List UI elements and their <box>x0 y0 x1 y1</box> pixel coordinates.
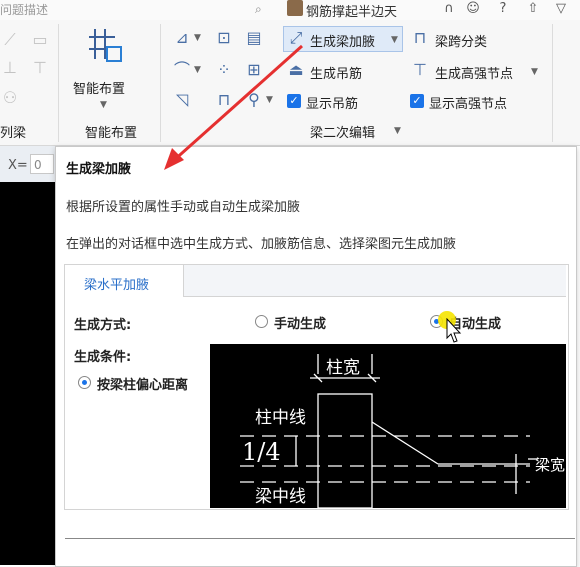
help-icon[interactable]: ? <box>494 0 512 18</box>
label-col-center: 柱中线 <box>255 408 306 428</box>
headset-icon[interactable]: ∩ <box>440 0 458 18</box>
user-name: 钢筋撑起半边天 <box>306 5 398 20</box>
strong-node-icon: ⊤ <box>413 60 427 79</box>
faded-tool-icon: ⊤ <box>33 58 47 77</box>
tooltip-title: 生成梁加腋 <box>66 162 132 177</box>
chevron-down-icon[interactable]: ▼ <box>531 67 538 77</box>
label-beam-center: 梁中线 <box>255 487 306 507</box>
label-side: 梁宽 <box>535 456 565 474</box>
tshirt-icon[interactable]: ▽ <box>552 0 570 18</box>
generate-strong-node-button[interactable]: 生成高强节点 <box>435 63 513 82</box>
label-col-width: 柱宽 <box>326 358 360 378</box>
generation-mode-label: 生成方式: <box>74 318 132 333</box>
mouse-cursor-icon <box>446 318 462 343</box>
share-icon[interactable]: ⇧ <box>524 0 542 18</box>
tooltip-description: 根据所设置的属性手动或自动生成梁加腋 <box>66 200 301 215</box>
show-strong-node-checkbox[interactable]: ✓ <box>410 94 424 108</box>
eccentric-distance-label: 按梁柱偏心距离 <box>97 378 189 393</box>
generate-haunch-button[interactable]: 生成梁加腋 <box>310 31 375 50</box>
generation-condition-label: 生成条件: <box>74 350 132 365</box>
faded-tool-icon: ⟋ <box>4 30 16 49</box>
show-hanger-label: 显示吊筋 <box>306 97 359 112</box>
manual-radio-label: 手动生成 <box>274 317 327 332</box>
show-strong-node-label: 显示高强节点 <box>429 97 508 112</box>
group-label-secondary-edit: 梁二次编辑 <box>310 126 376 141</box>
haunch-diagram-drawing: 柱宽 柱中线 1/4 梁中线 梁宽 <box>240 354 565 508</box>
tab-underline <box>183 296 566 297</box>
chat-icon[interactable]: ☺ <box>464 0 482 18</box>
generate-hanger-button[interactable]: 生成吊筋 <box>310 63 362 82</box>
faded-tool-icon: ⚇ <box>2 88 18 107</box>
avatar <box>287 0 303 16</box>
label-ratio: 1/4 <box>242 438 281 466</box>
faded-tool-icon: ▭ <box>32 30 48 49</box>
group-label-beam: 列梁 <box>0 126 27 141</box>
tab-label: 梁水平加腋 <box>84 278 150 293</box>
tooltip-instruction: 在弹出的对话框中选中生成方式、加腋筋信息、选择梁图元生成加腋 <box>66 237 457 252</box>
manual-radio[interactable] <box>255 315 268 328</box>
ribbon-separator <box>58 24 59 142</box>
smart-layout-icon[interactable] <box>85 25 125 65</box>
x-label: X= <box>8 158 28 173</box>
red-arrow-annotation <box>164 44 303 170</box>
ribbon-separator <box>552 24 553 142</box>
chevron-down-icon[interactable]: ▼ <box>100 100 107 110</box>
search-input[interactable]: 问题描述 <box>0 1 48 18</box>
eccentric-distance-radio[interactable] <box>78 376 91 389</box>
chevron-down-icon[interactable]: ▼ <box>391 35 398 45</box>
chevron-down-icon[interactable]: ▼ <box>394 126 401 136</box>
drawing-canvas[interactable] <box>0 182 55 565</box>
span-classify-icon: ⊓ <box>413 28 427 47</box>
search-icon[interactable]: ⌕ <box>255 2 269 16</box>
group-label-smart-layout: 智能布置 <box>85 126 138 141</box>
tooltip-divider <box>65 538 575 539</box>
x-input[interactable]: 0 <box>30 154 54 174</box>
smart-layout-button[interactable]: 智能布置 <box>73 78 125 97</box>
span-classify-button[interactable]: 梁跨分类 <box>435 31 487 50</box>
faded-tool-icon: ⊥ <box>3 58 17 77</box>
